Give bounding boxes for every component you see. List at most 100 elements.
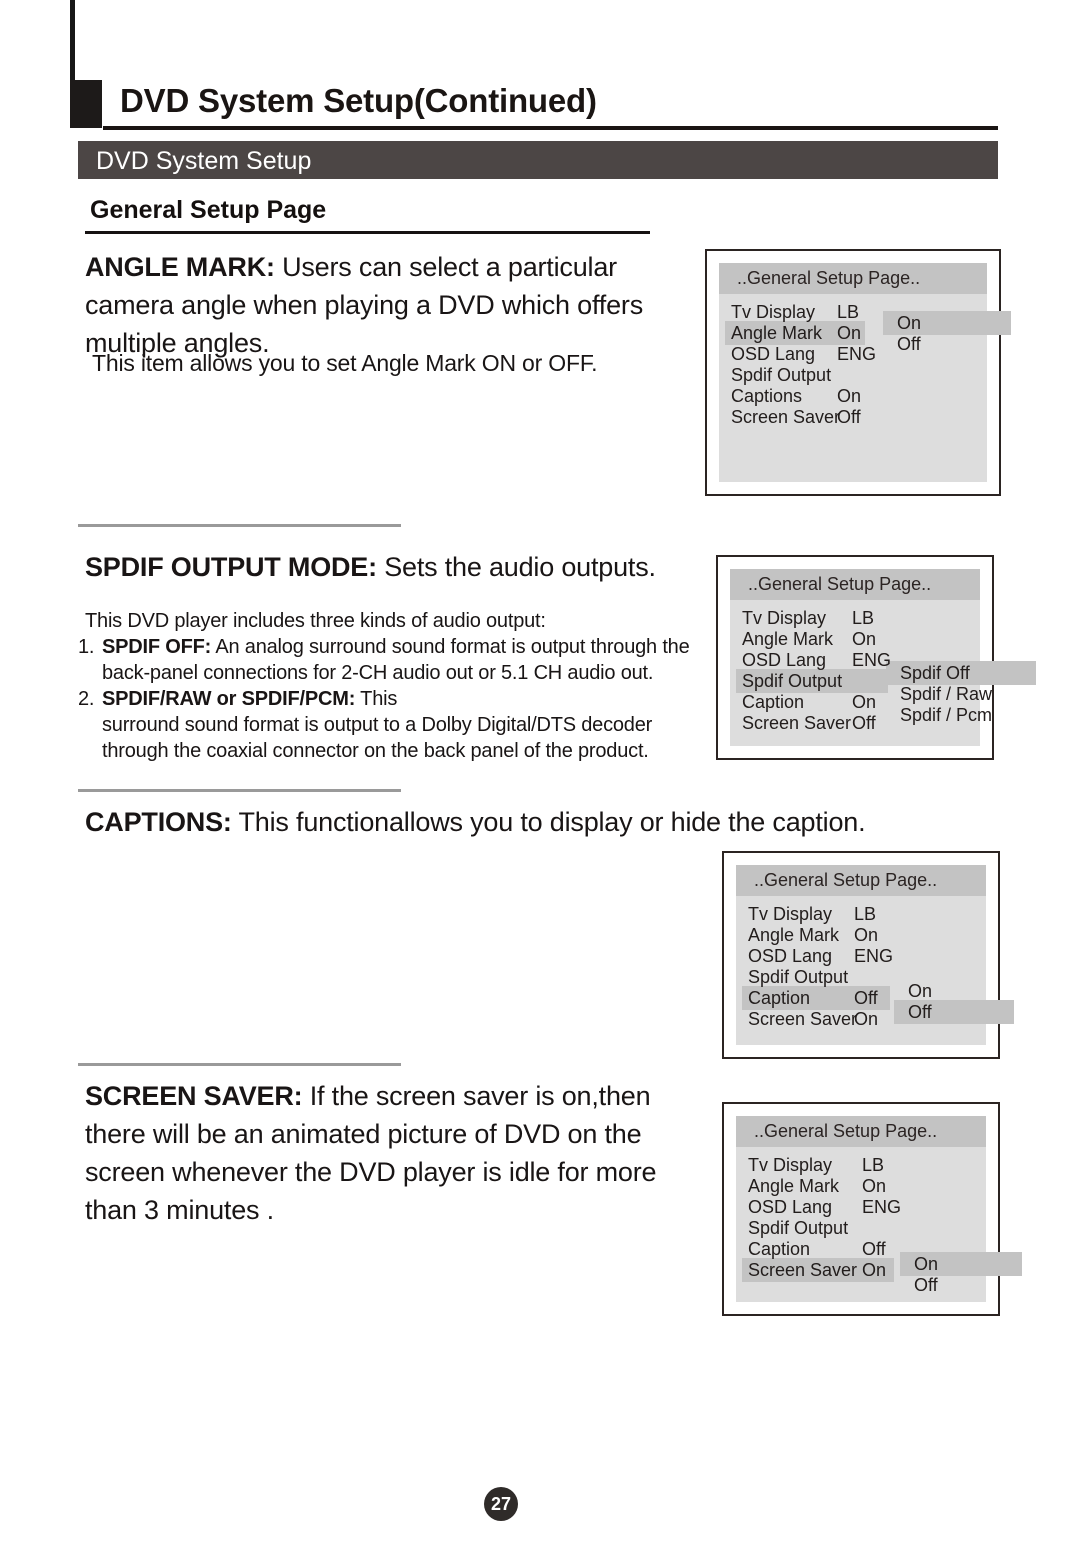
spdif-intro: This DVD player includes three kinds of …: [85, 610, 546, 632]
osd-row-label: Spdif Output: [731, 365, 832, 385]
osd-row-value: LB: [862, 1155, 885, 1175]
osd-row-value: On: [854, 1009, 879, 1029]
osd-submenu-item[interactable]: Off: [914, 1275, 938, 1296]
osd-row-label: OSD Lang: [748, 1197, 833, 1217]
osd-row-value: LB: [837, 302, 860, 322]
osd-row-value: Off: [852, 713, 876, 733]
osd-row-value: On: [837, 386, 862, 406]
osd-row-label: Tv Display: [731, 302, 816, 322]
osd-row-value: On: [852, 629, 877, 649]
osd-row-value: Off: [854, 988, 878, 1008]
osd-submenu-item[interactable]: On: [908, 981, 932, 1002]
section-band-label: DVD System Setup: [96, 147, 312, 175]
osd-inner: ..General Setup Page.. Tv Display LB Angle …: [719, 263, 1011, 482]
osd-submenu-item[interactable]: Off: [894, 1000, 1014, 1024]
osd-row-label: Caption: [742, 692, 805, 712]
osd-submenu-item[interactable]: On: [900, 1252, 1022, 1276]
osd-inner: ..General Setup Page.. Tv Display LB Angle …: [736, 865, 1014, 1045]
osd-submenu-label: Off: [897, 334, 921, 354]
spdif-item-2-continued: surround sound format is output to a Dol…: [102, 714, 653, 762]
osd-row-label: Spdif Output: [742, 671, 843, 691]
separator-spdif: [78, 524, 401, 527]
captions-lead: CAPTIONS: This functionallows you to dis…: [85, 803, 875, 841]
osd-row-label: Angle Mark: [731, 323, 823, 343]
screen-saver-lead-bold: SCREEN SAVER:: [85, 1081, 303, 1111]
osd-row-value: On: [862, 1260, 887, 1280]
osd-panel-caption: ..General Setup Page.. Tv Display LB Angle …: [722, 851, 1014, 1059]
osd-row-label: Angle Mark: [742, 629, 834, 649]
captions-lead-bold: CAPTIONS:: [85, 807, 232, 837]
osd-row-label: Captions: [731, 386, 803, 406]
osd-row-label: OSD Lang: [748, 946, 833, 966]
osd-row-value: LB: [854, 904, 877, 924]
osd-panel-angle-mark: ..General Setup Page.. Tv Display LB Angle …: [705, 249, 1011, 496]
osd-inner: ..General Setup Page.. Tv Display LB Angle …: [736, 1116, 1022, 1302]
spdif-item-2-text: SPDIF/RAW or SPDIF/PCM: This: [102, 686, 710, 712]
spdif-item-2-bold: SPDIF/RAW or SPDIF/PCM:: [102, 688, 356, 710]
osd-row[interactable]: Tv Display LB: [736, 1155, 986, 1176]
osd-row[interactable]: Tv Display LB: [730, 608, 980, 629]
osd-submenu-label: Off: [908, 1002, 932, 1022]
osd-submenu-label: On: [908, 981, 933, 1001]
osd-row-label: Caption: [748, 988, 811, 1008]
osd-submenu-item[interactable]: Spdif Off: [886, 661, 1036, 685]
osd-submenu-item[interactable]: On: [883, 311, 1011, 335]
osd-row-label: OSD Lang: [742, 650, 827, 670]
general-setup-page-heading: General Setup Page: [90, 196, 327, 224]
title-underline: [103, 126, 998, 130]
spdif-item-1-bold: SPDIF OFF:: [102, 636, 212, 658]
spdif-item-2: 2. SPDIF/RAW or SPDIF/PCM: This: [78, 686, 710, 712]
osd-row-value: On: [852, 692, 877, 712]
osd-row-value: On: [854, 925, 879, 945]
osd-row[interactable]: Captions On: [719, 386, 987, 407]
spdif-item-2-number: 2.: [78, 688, 95, 710]
osd-row[interactable]: OSD Lang ENG: [736, 1197, 986, 1218]
osd-row-label: Spdif Output: [748, 967, 849, 987]
spdif-lead-rest: Sets the audio outputs.: [376, 552, 656, 582]
osd-title: ..General Setup Page..: [730, 569, 980, 600]
osd-submenu-item[interactable]: Off: [897, 334, 921, 355]
spdif-item-1: 1. SPDIF OFF: An analog surround sound f…: [78, 634, 710, 686]
spdif-item-1-text: SPDIF OFF: An analog surround sound form…: [102, 634, 710, 686]
page-number: 27: [484, 1487, 518, 1521]
osd-inner: ..General Setup Page.. Tv Display LB Angle …: [730, 569, 1036, 746]
osd-row-label: Angle Mark: [748, 925, 840, 945]
spdif-lead-bold: SPDIF OUTPUT MODE:: [85, 552, 377, 582]
osd-submenu-label: Spdif / Raw: [900, 684, 993, 704]
angle-mark-lead: ANGLE MARK: Users can select a particula…: [85, 248, 675, 362]
osd-row-label: Tv Display: [748, 1155, 833, 1175]
osd-row-label: Spdif Output: [748, 1218, 849, 1238]
osd-row[interactable]: Screen Saver Off: [719, 407, 987, 428]
osd-row[interactable]: Tv Display LB: [736, 904, 986, 925]
osd-submenu: On Off: [894, 981, 1014, 1024]
osd-row[interactable]: Spdif Output: [736, 967, 986, 988]
osd-row-label: Screen Saver: [748, 1009, 858, 1029]
osd-submenu-item[interactable]: Spdif / Pcm: [900, 705, 992, 726]
osd-row-value: ENG: [837, 344, 877, 364]
spdif-item-2-rest: This: [355, 688, 398, 710]
osd-row-value: LB: [852, 608, 875, 628]
separator-captions: [78, 789, 401, 792]
osd-title: ..General Setup Page..: [736, 1116, 986, 1147]
osd-row[interactable]: Angle Mark On: [730, 629, 980, 650]
osd-row-value: Off: [837, 407, 861, 427]
general-setup-page-underline: [85, 231, 650, 234]
spdif-item-1-number: 1.: [78, 636, 95, 658]
osd-row-value: On: [862, 1176, 887, 1196]
osd-row-label: Screen Saver: [742, 713, 852, 733]
osd-submenu: Spdif Off Spdif / Raw Spdif / Pcm: [886, 661, 1036, 726]
osd-row[interactable]: OSD Lang ENG: [736, 946, 986, 967]
osd-row-label: Tv Display: [742, 608, 827, 628]
angle-mark-sub: This item allows you to set Angle Mark O…: [92, 350, 598, 376]
osd-row[interactable]: Angle Mark On: [736, 1176, 986, 1197]
osd-row[interactable]: OSD Lang ENG: [719, 344, 987, 365]
screen-saver-lead: SCREEN SAVER: If the screen saver is on,…: [85, 1077, 710, 1229]
osd-submenu-label: Spdif Off: [900, 663, 970, 683]
osd-submenu-item[interactable]: Spdif / Raw: [900, 684, 992, 705]
osd-row[interactable]: Spdif Output: [719, 365, 987, 386]
osd-row[interactable]: Spdif Output: [736, 1218, 986, 1239]
osd-row-label: Caption: [748, 1239, 811, 1259]
osd-row[interactable]: Angle Mark On: [736, 925, 986, 946]
osd-row-label: Tv Display: [748, 904, 833, 924]
corner-block: [70, 80, 102, 128]
